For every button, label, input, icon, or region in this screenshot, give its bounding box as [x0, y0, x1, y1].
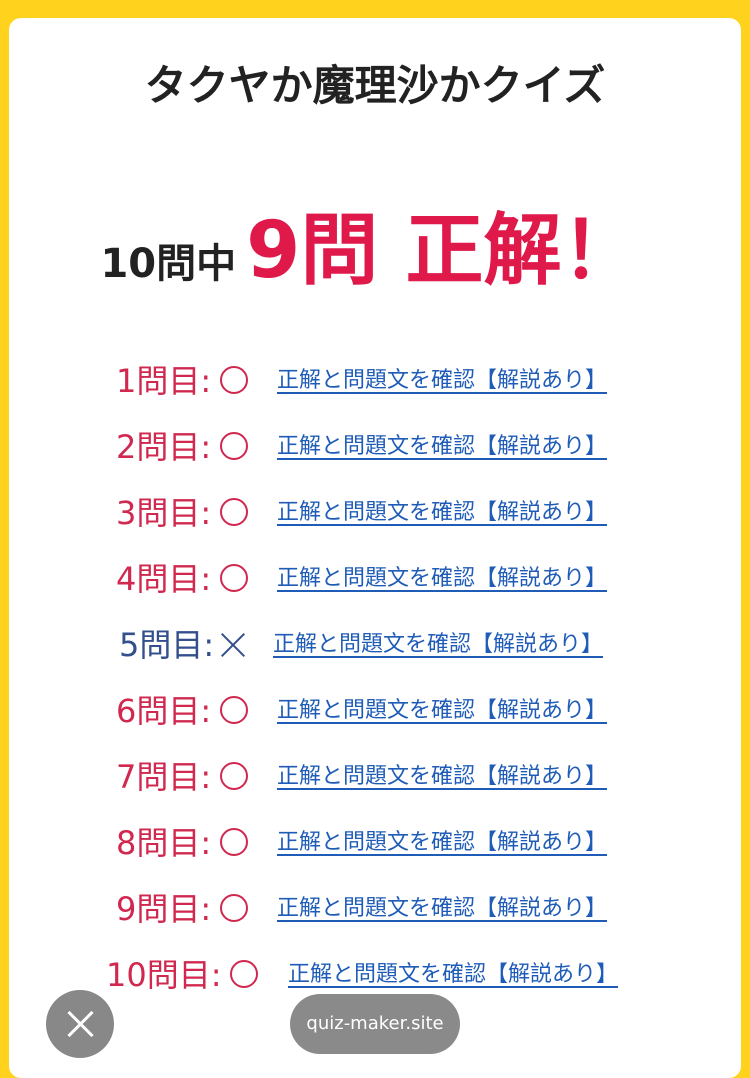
question-label: 10問目:: [106, 956, 222, 994]
correct-circle-icon: [220, 762, 248, 790]
question-label: 8問目:: [116, 824, 212, 862]
question-label: 4問目:: [116, 560, 212, 598]
result-row-4: 4問目: 正解と問題文を確認【解説あり】: [0, 554, 750, 604]
score-summary: 10問中 9問 正解！: [0, 188, 740, 300]
question-label: 3問目:: [116, 494, 212, 532]
question-label: 7問目:: [116, 758, 212, 796]
score-correct: 9問 正解！: [246, 206, 640, 296]
review-answer-link[interactable]: 正解と問題文を確認【解説あり】: [273, 620, 603, 670]
review-answer-link[interactable]: 正解と問題文を確認【解説あり】: [288, 950, 618, 1000]
score-total: 10問中: [100, 241, 237, 287]
result-row-8: 8問目: 正解と問題文を確認【解説あり】: [0, 818, 750, 868]
result-row-3: 3問目: 正解と問題文を確認【解説あり】: [0, 488, 750, 538]
correct-circle-icon: [220, 366, 248, 394]
correct-circle-icon: [220, 894, 248, 922]
correct-circle-icon: [220, 564, 248, 592]
wrong-cross-icon: [219, 631, 247, 659]
correct-circle-icon: [220, 432, 248, 460]
question-label: 6問目:: [116, 692, 212, 730]
result-row-6: 6問目: 正解と問題文を確認【解説あり】: [0, 686, 750, 736]
review-answer-link[interactable]: 正解と問題文を確認【解説あり】: [277, 554, 607, 604]
result-row-1: 1問目: 正解と問題文を確認【解説あり】: [0, 356, 750, 406]
correct-circle-icon: [230, 960, 258, 988]
question-label: 1問目:: [116, 362, 212, 400]
result-row-5: 5問目: 正解と問題文を確認【解説あり】: [0, 620, 750, 670]
correct-circle-icon: [220, 498, 248, 526]
result-row-2: 2問目: 正解と問題文を確認【解説あり】: [0, 422, 750, 472]
question-label: 2問目:: [116, 428, 212, 466]
correct-circle-icon: [220, 696, 248, 724]
review-answer-link[interactable]: 正解と問題文を確認【解説あり】: [277, 818, 607, 868]
review-answer-link[interactable]: 正解と問題文を確認【解説あり】: [277, 752, 607, 802]
result-row-7: 7問目: 正解と問題文を確認【解説あり】: [0, 752, 750, 802]
quiz-title: タクヤか魔理沙かクイズ: [144, 61, 606, 110]
question-label: 5問目:: [119, 626, 215, 664]
review-answer-link[interactable]: 正解と問題文を確認【解説あり】: [277, 422, 607, 472]
review-answer-link[interactable]: 正解と問題文を確認【解説あり】: [277, 686, 607, 736]
question-label: 9問目:: [116, 890, 212, 928]
review-answer-link[interactable]: 正解と問題文を確認【解説あり】: [277, 884, 607, 934]
review-answer-link[interactable]: 正解と問題文を確認【解説あり】: [277, 356, 607, 406]
review-answer-link[interactable]: 正解と問題文を確認【解説あり】: [277, 488, 607, 538]
correct-circle-icon: [220, 828, 248, 856]
result-row-9: 9問目: 正解と問題文を確認【解説あり】: [0, 884, 750, 934]
site-badge[interactable]: quiz-maker.site: [290, 994, 460, 1054]
